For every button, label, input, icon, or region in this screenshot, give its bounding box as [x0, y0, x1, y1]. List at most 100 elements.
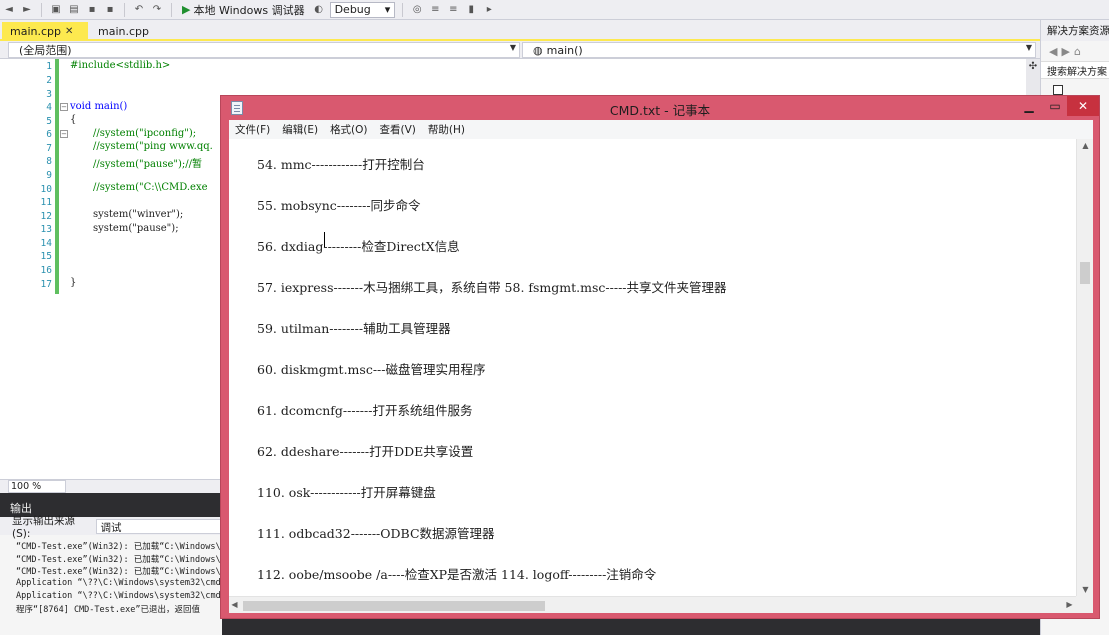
- redo-icon[interactable]: ↷: [150, 3, 164, 17]
- code-line: //system("ping www.qq.: [93, 141, 213, 152]
- chevron-down-icon: ▼: [1025, 43, 1032, 52]
- chevron-down-icon: ▼: [509, 43, 516, 52]
- home-icon[interactable]: ⌂: [1074, 45, 1081, 58]
- scroll-left-icon[interactable]: ◀: [229, 600, 243, 609]
- tab-main-cpp-active[interactable]: main.cpp ✕: [2, 22, 88, 41]
- text-line: 56. dxdiag---------检查DirectX信息: [257, 239, 460, 254]
- output-source-select[interactable]: 调试: [96, 518, 222, 534]
- window-title: CMD.txt - 记事本: [609, 103, 711, 118]
- navigation-bar: (全局范围) ▼ ◍ main() ▼: [0, 41, 1040, 59]
- member-dropdown[interactable]: ◍ main() ▼: [522, 42, 1036, 58]
- toolbar-separator: [402, 2, 404, 17]
- notepad-window: CMD.txt - 记事本 ▁ ▭ ✕ 文件(F) 编辑(E) 格式(O) 查看…: [220, 95, 1100, 619]
- text-line: 55. mobsync--------同步命令: [257, 198, 421, 213]
- line-number: 5: [46, 116, 52, 127]
- line-number-gutter: 1 2 3 4 5 6 7 8 9 10 11 12 13 14 15 16 1…: [0, 59, 56, 479]
- horizontal-scrollbar[interactable]: ◀ ▶: [229, 596, 1076, 613]
- line-number: 10: [40, 184, 52, 195]
- scroll-up-icon[interactable]: ▲: [1077, 141, 1093, 150]
- minimize-button[interactable]: ▁: [1017, 96, 1041, 116]
- output-source-row: 显示输出来源(S): 调试: [0, 515, 222, 540]
- save-all-icon[interactable]: ▪: [103, 3, 117, 17]
- code-line: //system("pause");//暂: [93, 159, 203, 170]
- zoom-select[interactable]: 100 %: [8, 480, 66, 493]
- menu-help[interactable]: 帮助(H): [422, 122, 471, 137]
- tab-label: main.cpp: [98, 25, 149, 38]
- new-project-icon[interactable]: ▣: [49, 3, 63, 17]
- menu-format[interactable]: 格式(O): [324, 122, 373, 137]
- forward-icon[interactable]: ▶: [1061, 45, 1069, 58]
- menu-view[interactable]: 查看(V): [374, 122, 422, 137]
- vertical-scroll-thumb[interactable]: [1080, 262, 1090, 284]
- scroll-down-icon[interactable]: ▼: [1077, 585, 1093, 594]
- output-source-label: 显示输出来源(S):: [12, 514, 75, 540]
- play-icon: ▶: [182, 3, 191, 16]
- menu-edit[interactable]: 编辑(E): [276, 122, 324, 137]
- tab-main-cpp[interactable]: main.cpp: [90, 22, 150, 41]
- back-icon[interactable]: ◀: [1049, 45, 1057, 58]
- output-line: “CMD-Test.exe”(Win32): 已加载“C:\Windows\: [16, 567, 220, 577]
- code-line: //system("C:\\CMD.exe: [93, 182, 208, 193]
- run-label: 本地 Windows 调试器: [193, 3, 305, 17]
- code-line: }: [70, 277, 77, 288]
- split-icon[interactable]: ✣: [1027, 61, 1039, 73]
- vertical-scrollbar[interactable]: ▲ ▼: [1076, 139, 1093, 596]
- text-line: 111. odbcad32-------ODBC数据源管理器: [257, 526, 495, 541]
- menu-file[interactable]: 文件(F): [229, 122, 276, 137]
- find-icon[interactable]: ◎: [410, 3, 424, 17]
- open-folder-icon[interactable]: ▤: [67, 3, 81, 17]
- output-line: Application “\??\C:\Windows\system32\cmd…: [16, 591, 220, 601]
- document-tab-bar: main.cpp ✕ main.cpp: [0, 20, 1040, 41]
- text-line: 112. oobe/msoobe /a----检查XP是否激活 114. log…: [257, 567, 657, 582]
- line-number: 11: [40, 197, 52, 208]
- bookmark-prev-icon[interactable]: ▸: [482, 3, 496, 17]
- close-icon[interactable]: ✕: [65, 26, 73, 37]
- close-button[interactable]: ✕: [1067, 96, 1099, 116]
- file-icon: [1053, 85, 1063, 95]
- notepad-titlebar[interactable]: CMD.txt - 记事本 ▁ ▭ ✕: [221, 96, 1099, 120]
- line-number: 7: [46, 143, 52, 154]
- notepad-menubar: 文件(F) 编辑(E) 格式(O) 查看(V) 帮助(H): [229, 120, 1093, 139]
- uncomment-icon[interactable]: ≡: [446, 3, 460, 17]
- bookmark-icon[interactable]: ▮: [464, 3, 478, 17]
- horizontal-scroll-thumb[interactable]: [243, 601, 545, 611]
- scope-value: (全局范围): [19, 44, 72, 57]
- solution-search-input[interactable]: 搜索解决方案: [1041, 61, 1109, 79]
- line-number: 6: [46, 129, 52, 140]
- text-line: 60. diskmgmt.msc---磁盘管理实用程序: [257, 362, 486, 377]
- back-icon[interactable]: ◄: [2, 3, 16, 17]
- vs-toolbar: ◄ ► ▣ ▤ ▪ ▪ ↶ ↷ ▶ 本地 Windows 调试器 ◐ Debug…: [0, 0, 1109, 20]
- maximize-button[interactable]: ▭: [1043, 96, 1067, 116]
- notepad-text-area[interactable]: 54. mmc------------打开控制台 55. mobsync----…: [229, 139, 1093, 613]
- collapse-icon[interactable]: −: [60, 103, 68, 111]
- toolbar-separator: [124, 2, 125, 17]
- code-line: system("winver");: [93, 209, 184, 220]
- attach-icon[interactable]: ◐: [312, 3, 326, 17]
- undo-icon[interactable]: ↶: [132, 3, 146, 17]
- solution-config-select[interactable]: Debug ▾: [329, 1, 396, 18]
- scope-dropdown[interactable]: (全局范围) ▼: [8, 42, 520, 58]
- output-line: “CMD-Test.exe”(Win32): 已加载“C:\Windows\: [16, 555, 220, 565]
- line-number: 13: [40, 224, 52, 235]
- solution-toolbar: ◀ ▶ ⌂: [1041, 41, 1109, 61]
- line-number: 3: [46, 89, 52, 100]
- line-number: 4: [46, 102, 52, 113]
- output-line: 程序“[8764] CMD-Test.exe”已退出，返回值: [16, 605, 200, 615]
- line-number: 17: [40, 279, 52, 290]
- output-line: “CMD-Test.exe”(Win32): 已加载“C:\Windows\: [16, 542, 220, 552]
- forward-icon[interactable]: ►: [20, 3, 34, 17]
- toolbar-separator: [171, 2, 172, 17]
- code-line: {: [70, 114, 77, 125]
- code-line: system("pause");: [93, 223, 179, 234]
- comment-icon[interactable]: ≡: [428, 3, 442, 17]
- code-line: #include<stdlib.h>: [70, 60, 171, 71]
- text-cursor: [324, 232, 325, 247]
- collapse-icon[interactable]: −: [60, 130, 68, 138]
- start-debugging-button[interactable]: ▶ 本地 Windows 调试器: [179, 2, 308, 18]
- save-icon[interactable]: ▪: [85, 3, 99, 17]
- tab-label: main.cpp: [10, 25, 61, 38]
- text-line: 54. mmc------------打开控制台: [257, 157, 425, 172]
- code-line: void main(): [70, 101, 128, 112]
- line-number: 16: [40, 265, 52, 276]
- text-line: 59. utilman--------辅助工具管理器: [257, 321, 451, 336]
